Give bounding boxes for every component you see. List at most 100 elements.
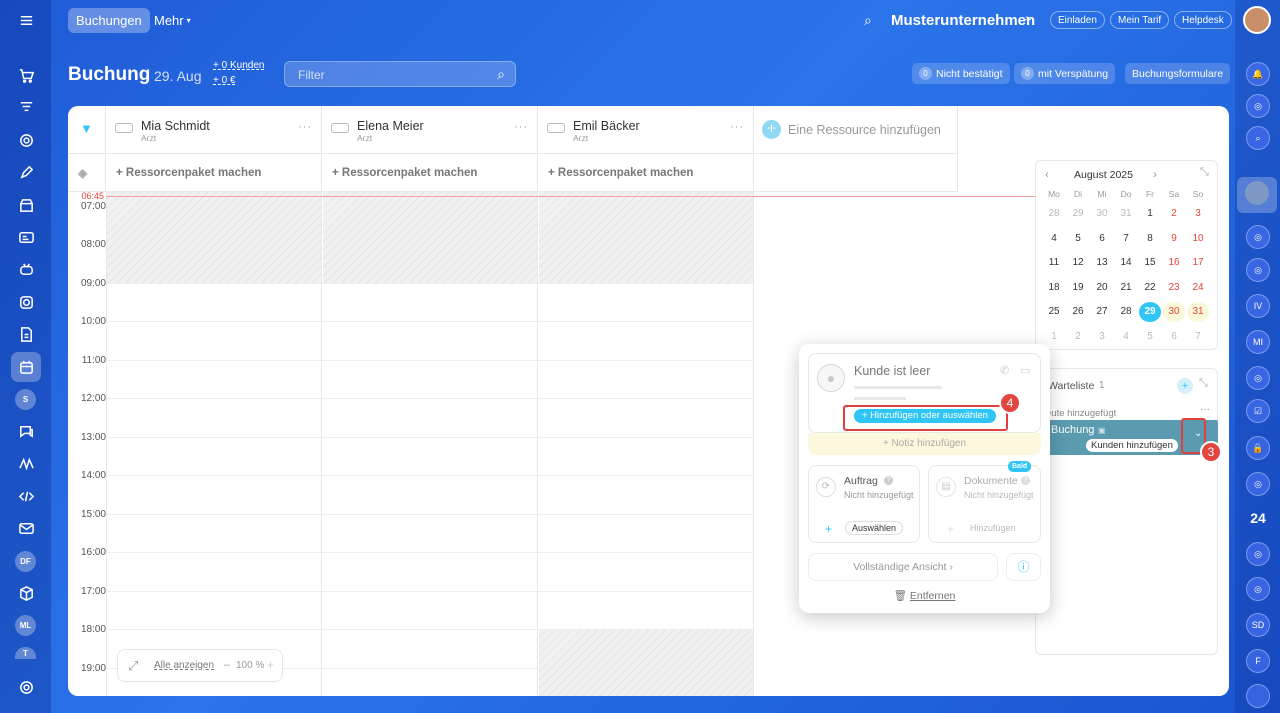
- calendar-day[interactable]: 7: [1187, 327, 1209, 347]
- calendar-day[interactable]: 9: [1163, 229, 1185, 249]
- tab-bookings[interactable]: Buchungen: [68, 8, 150, 33]
- calendar-day[interactable]: 5: [1067, 229, 1089, 249]
- show-all-link[interactable]: Alle anzeigen: [154, 660, 214, 671]
- my-plan-button[interactable]: Mein Tarif: [1110, 11, 1170, 29]
- info-icon[interactable]: ⓘ: [1006, 553, 1041, 581]
- calendar-day[interactable]: 31: [1115, 204, 1137, 224]
- code-icon[interactable]: [13, 483, 39, 509]
- chat-icon[interactable]: [13, 418, 39, 444]
- chevron-left-icon[interactable]: ‹: [1045, 167, 1049, 181]
- channel-icon[interactable]: ◎: [1246, 258, 1270, 282]
- calendar-day[interactable]: 18: [1043, 278, 1065, 298]
- calendar-day[interactable]: 24: [1187, 278, 1209, 298]
- store-icon[interactable]: [13, 192, 39, 218]
- add-resource-cell[interactable]: + Eine Ressource hinzufügen: [754, 106, 958, 154]
- user-avatar[interactable]: [1243, 6, 1271, 34]
- resource-column-header[interactable]: Mia Schmidt Arzt ···: [106, 106, 322, 154]
- calendar-day[interactable]: 14: [1115, 253, 1137, 273]
- unconfirmed-badge[interactable]: 0 Nicht bestätigt: [912, 63, 1010, 84]
- calendar-day[interactable]: 2: [1163, 204, 1185, 224]
- chat-icon[interactable]: ▭: [1020, 364, 1030, 377]
- bitrix24-logo[interactable]: 24: [1245, 510, 1271, 526]
- avatar[interactable]: T: [15, 647, 36, 659]
- calendar-day[interactable]: 6: [1091, 229, 1113, 249]
- booking-calendar-icon[interactable]: [11, 352, 41, 382]
- expand-icon[interactable]: ⤢: [128, 658, 138, 674]
- more-icon[interactable]: ···: [514, 121, 528, 133]
- calendar-day[interactable]: 29: [1139, 302, 1161, 322]
- calendar-day[interactable]: 28: [1043, 204, 1065, 224]
- booking-forms-button[interactable]: Buchungsformulare: [1125, 63, 1231, 84]
- page-date[interactable]: 29. Aug: [154, 68, 202, 84]
- select-order-button[interactable]: Auswählen: [845, 521, 904, 535]
- calendar-day[interactable]: 11: [1043, 253, 1065, 273]
- cart-icon[interactable]: [13, 62, 39, 88]
- add-note-button[interactable]: + Notiz hinzufügen: [808, 433, 1041, 455]
- calendar-day[interactable]: 23: [1163, 278, 1185, 298]
- tasks-icon[interactable]: ☑: [1246, 399, 1270, 423]
- pen-icon[interactable]: [13, 159, 39, 185]
- calendar-day[interactable]: 16: [1163, 253, 1185, 273]
- mail-icon[interactable]: [13, 515, 39, 541]
- more-icon[interactable]: ···: [298, 121, 312, 133]
- search-icon[interactable]: ⌕: [497, 66, 505, 83]
- settings-icon[interactable]: [13, 674, 39, 700]
- collapse-icon[interactable]: ⤡: [1200, 166, 1209, 179]
- channel-icon[interactable]: ◎: [1246, 542, 1270, 566]
- avatar[interactable]: DF: [15, 551, 36, 572]
- contact-avatar[interactable]: SD: [1246, 613, 1270, 637]
- toggle-icon[interactable]: [331, 123, 349, 133]
- calendar-day[interactable]: 6: [1163, 327, 1185, 347]
- bell-icon[interactable]: 🔔: [1246, 62, 1270, 86]
- calendar-day[interactable]: 30: [1091, 204, 1113, 224]
- calendar-month[interactable]: August 2025: [1074, 169, 1133, 181]
- calendar-day[interactable]: 25: [1043, 302, 1065, 322]
- zoom-in-button[interactable]: +: [267, 658, 274, 672]
- helpdesk-button[interactable]: Helpdesk: [1174, 11, 1232, 29]
- late-badge[interactable]: 0 mit Verspätung: [1014, 63, 1116, 84]
- more-icon[interactable]: ···: [730, 121, 744, 133]
- search-chat-icon[interactable]: ⌕: [1246, 126, 1270, 150]
- calendar-day[interactable]: 2: [1067, 327, 1089, 347]
- resource-column-header[interactable]: Emil Bäcker Arzt ···: [538, 106, 754, 154]
- contact-avatar[interactable]: MI: [1246, 330, 1270, 354]
- invite-button[interactable]: Einladen: [1050, 11, 1105, 29]
- avatar[interactable]: ML: [15, 615, 36, 636]
- calendar-day[interactable]: 17: [1187, 253, 1209, 273]
- channel-icon[interactable]: ◎: [1246, 366, 1270, 390]
- calendar-day[interactable]: 29: [1067, 204, 1089, 224]
- remove-button[interactable]: 🗑 Entfernen: [799, 589, 1050, 602]
- contact-avatar[interactable]: [1246, 684, 1270, 708]
- calendar-day[interactable]: 22: [1139, 278, 1161, 298]
- calendar-day[interactable]: 15: [1139, 253, 1161, 273]
- collapse-icon[interactable]: ⤡: [1199, 377, 1208, 390]
- help-icon[interactable]: ?: [1021, 476, 1030, 485]
- target-icon[interactable]: [13, 127, 39, 153]
- calendar-day[interactable]: 5: [1139, 327, 1161, 347]
- lifebuoy-icon[interactable]: [13, 289, 39, 315]
- help-icon[interactable]: ?: [884, 476, 893, 485]
- zoom-out-button[interactable]: –: [224, 659, 230, 671]
- copilot-icon[interactable]: ◎: [1246, 94, 1270, 118]
- menu-icon[interactable]: [13, 7, 39, 33]
- clients-counter[interactable]: + 0 Kunden: [213, 60, 264, 71]
- calendar-day[interactable]: 30: [1163, 302, 1185, 322]
- funnel-icon[interactable]: [13, 94, 39, 120]
- sign-icon[interactable]: [13, 450, 39, 476]
- calendar-day[interactable]: 3: [1187, 204, 1209, 224]
- calendar-day[interactable]: 4: [1115, 327, 1137, 347]
- chevron-right-icon[interactable]: ›: [1153, 167, 1157, 181]
- card-icon[interactable]: [13, 224, 39, 250]
- full-view-button[interactable]: Vollständige Ansicht ›: [808, 553, 998, 581]
- package-button[interactable]: + Ressorcenpaket machen: [322, 154, 538, 192]
- revenue-counter[interactable]: + 0 €: [213, 75, 236, 86]
- channel-icon[interactable]: ◎: [1246, 225, 1270, 249]
- toggle-icon[interactable]: [547, 123, 565, 133]
- toggle-icon[interactable]: [115, 123, 133, 133]
- calendar-day[interactable]: 26: [1067, 302, 1089, 322]
- filter-input[interactable]: Filter ⌕: [284, 61, 516, 87]
- contact-avatar[interactable]: [1237, 177, 1277, 213]
- contact-avatar[interactable]: F: [1246, 649, 1270, 673]
- add-client-button[interactable]: Kunden hinzufügen: [1086, 439, 1178, 452]
- calendar-day[interactable]: 1: [1139, 204, 1161, 224]
